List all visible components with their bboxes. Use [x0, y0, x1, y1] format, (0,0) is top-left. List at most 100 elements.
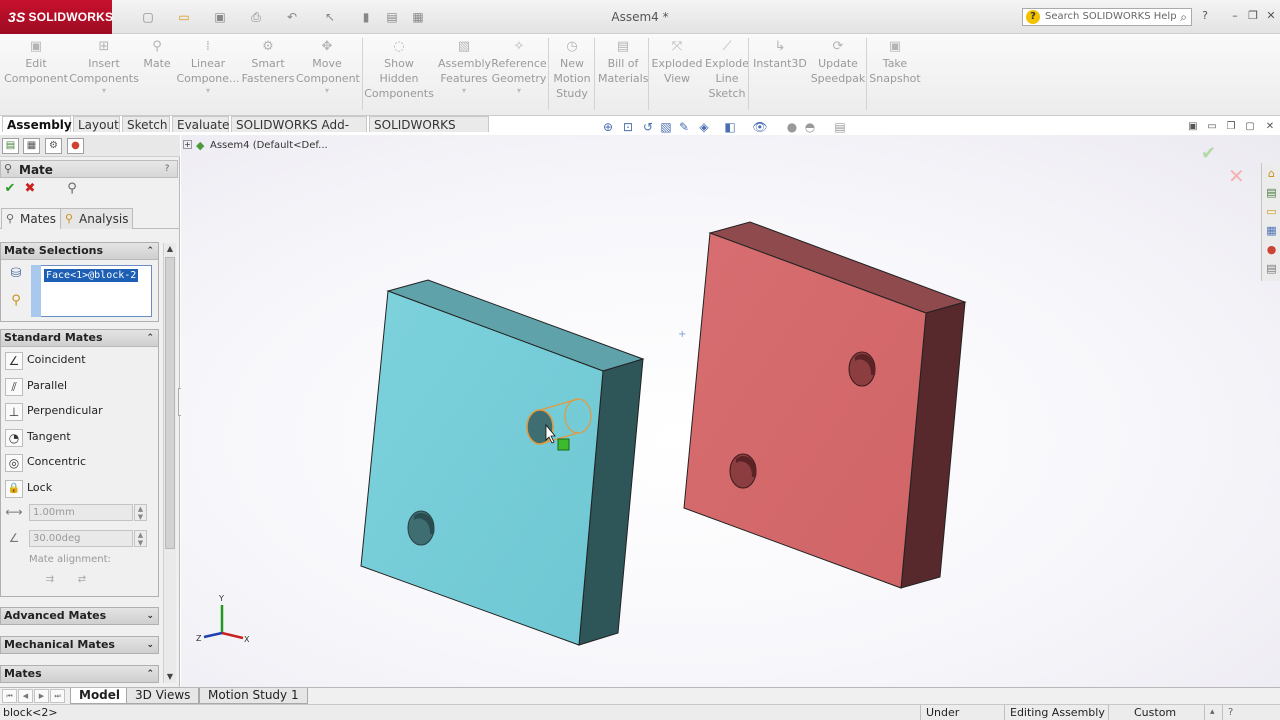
mate-button[interactable]: ⚲ Mate — [140, 40, 174, 71]
dropdown-arrow-icon[interactable]: ▾ — [296, 86, 358, 96]
mate-lock[interactable]: 🔒 Lock — [3, 478, 153, 500]
mates-group[interactable]: Mates ⌃ — [0, 665, 159, 683]
tab-evaluate[interactable]: Evaluate — [172, 116, 229, 132]
mate-selection-list[interactable]: Face<1>@block-2 — [31, 265, 152, 317]
distance-spinner[interactable]: ▲ ▼ — [134, 504, 147, 521]
prev-tab-arrow-icon[interactable]: ◀ — [18, 689, 33, 703]
ok-check-icon[interactable]: ✔ — [2, 181, 18, 197]
tab-solidworks-mbd[interactable]: SOLIDWORKS MBD — [369, 116, 489, 148]
collapse-chevron-icon[interactable]: ⌃ — [146, 666, 154, 682]
viewport-maximize-icon[interactable]: ▢ — [1243, 120, 1257, 134]
minimize-icon[interactable]: – — [1228, 9, 1242, 23]
viewport-close-icon[interactable]: ✕ — [1263, 120, 1277, 134]
move-component-button[interactable]: ✥ Move Component ▾ — [296, 40, 360, 96]
display-style-icon[interactable]: ◧ — [722, 119, 738, 135]
explode-line-sketch-button[interactable]: ⟋ Explode Line Sketch — [704, 40, 750, 101]
flyout-feature-tree[interactable]: + ◆ Assem4 (Default<Def... — [183, 139, 328, 153]
tab-layout[interactable]: Layout — [73, 116, 120, 132]
block-1-hole-selected[interactable] — [526, 409, 554, 445]
show-hidden-button[interactable]: ◌ Show Hidden Components — [362, 40, 436, 101]
mate-parallel[interactable]: ⫽ Parallel — [3, 376, 153, 398]
configuration-manager-tab-icon[interactable]: ⚙ — [45, 138, 62, 154]
tab-solidworks-add-ins[interactable]: SOLIDWORKS Add-Ins — [231, 116, 367, 148]
status-units[interactable]: Custom — [1108, 705, 1204, 720]
insert-components-button[interactable]: ⊞ Insert Components ▾ — [68, 40, 140, 96]
solidworks-resources-icon[interactable]: ⌂ — [1264, 166, 1279, 181]
selected-face-item[interactable]: Face<1>@block-2 — [44, 269, 139, 282]
file-explorer-icon[interactable]: ▭ — [1264, 204, 1279, 219]
feature-manager-tab-icon[interactable]: ▤ — [2, 138, 19, 154]
zoom-to-area-icon[interactable]: ⊡ — [620, 119, 636, 135]
graphics-area[interactable]: + Y X Z — [181, 135, 1280, 687]
model-view[interactable]: + Y X Z — [181, 135, 1280, 687]
help-icon[interactable]: ? — [161, 163, 173, 175]
appearances-icon[interactable]: ● — [1264, 242, 1279, 257]
mate-selections-heading[interactable]: Mate Selections ⌃ — [1, 243, 158, 260]
tab-3d-views[interactable]: 3D Views — [126, 688, 200, 704]
units-dropdown-icon[interactable]: ▴ — [1204, 705, 1222, 720]
dropdown-arrow-icon[interactable]: ▾ — [438, 86, 490, 96]
motion-study-button[interactable]: ◷ New Motion Study — [550, 40, 594, 101]
mate-tangent[interactable]: ◔ Tangent — [3, 427, 153, 449]
standard-mates-heading[interactable]: Standard Mates ⌃ — [1, 330, 158, 347]
viewport-restore-icon[interactable]: ❐ — [1224, 120, 1238, 134]
help-search-input[interactable]: ? Search SOLIDWORKS Help ⌕ — [1022, 8, 1192, 26]
distance-input[interactable]: 1.00mm — [29, 504, 133, 521]
next-tab-arrow-icon[interactable]: ▶ — [34, 689, 49, 703]
expand-chevron-icon[interactable]: ⌄ — [146, 608, 154, 624]
hide-show-items-icon[interactable]: 👁 — [752, 119, 768, 135]
tab-sketch[interactable]: Sketch — [122, 116, 170, 132]
zoom-to-fit-icon[interactable]: ⊕ — [600, 119, 616, 135]
linear-pattern-button[interactable]: ⁞ Linear Compone... ▾ — [174, 40, 242, 96]
search-icon[interactable]: ⌕ — [1180, 9, 1187, 25]
aligned-icon[interactable]: ⇉ — [41, 573, 59, 587]
tab-motion-study-1[interactable]: Motion Study 1 — [199, 688, 308, 704]
anti-aligned-icon[interactable]: ⇄ — [73, 573, 91, 587]
dropdown-arrow-icon[interactable]: ▾ — [68, 86, 140, 96]
panel-scrollbar[interactable]: ▲ ▼ — [163, 243, 176, 683]
restore-icon[interactable]: ❐ — [1246, 9, 1260, 23]
exploded-view-button[interactable]: ⤧ Exploded View — [650, 40, 704, 86]
dropdown-arrow-icon[interactable]: ▾ — [490, 86, 548, 96]
update-speedpak-button[interactable]: ⟳ Update Speedpak — [810, 40, 866, 86]
viewport-tile-icon[interactable]: ▣ — [1186, 120, 1200, 134]
last-tab-arrow-icon[interactable]: ⏭ — [50, 689, 65, 703]
property-manager-tab-icon[interactable]: ▦ — [23, 138, 40, 154]
edit-appearance-icon[interactable]: ● — [784, 119, 800, 135]
take-snapshot-button[interactable]: ▣ Take Snapshot — [868, 40, 922, 86]
view-palette-icon[interactable]: ▦ — [1264, 223, 1279, 238]
mate-concentric[interactable]: ◎ Concentric — [3, 452, 153, 474]
multiple-mate-icon[interactable]: ⚲ — [7, 293, 25, 309]
angle-input[interactable]: 30.00deg — [29, 530, 133, 547]
tab-analysis[interactable]: ⚲ Analysis — [60, 208, 134, 229]
collapse-chevron-icon[interactable]: ⌃ — [146, 243, 154, 259]
advanced-mates-group[interactable]: Advanced Mates ⌄ — [0, 607, 159, 625]
scroll-up-icon[interactable]: ▲ — [164, 243, 176, 255]
status-info-icon[interactable]: ? — [1222, 705, 1240, 720]
custom-properties-icon[interactable]: ▤ — [1264, 261, 1279, 276]
section-view-icon[interactable]: ▧ — [658, 119, 674, 135]
mate-coincident[interactable]: ∠ Coincident — [3, 350, 153, 372]
instant3d-button[interactable]: ↳ Instant3D — [752, 40, 808, 71]
tab-assembly[interactable]: Assembly — [2, 116, 72, 132]
pushpin-icon[interactable]: ⚲ — [64, 181, 80, 197]
angle-spinner[interactable]: ▲ ▼ — [134, 530, 147, 547]
tab-mates[interactable]: ⚲ Mates — [1, 208, 62, 229]
mate-perpendicular[interactable]: ⊥ Perpendicular — [3, 401, 153, 423]
first-tab-arrow-icon[interactable]: ⏮ — [2, 689, 17, 703]
scroll-thumb[interactable] — [165, 257, 175, 549]
confirm-ok-icon[interactable]: ✔ — [1201, 143, 1216, 164]
mechanical-mates-group[interactable]: Mechanical Mates ⌄ — [0, 636, 159, 654]
dynamic-annotation-icon[interactable]: ✎ — [676, 119, 692, 135]
previous-view-icon[interactable]: ↺ — [640, 119, 656, 135]
block-1-part[interactable] — [360, 279, 645, 646]
cancel-x-icon[interactable]: ✖ — [22, 181, 38, 197]
close-icon[interactable]: ✕ — [1264, 9, 1278, 23]
display-manager-tab-icon[interactable]: ● — [67, 138, 84, 154]
view-settings-icon[interactable]: ▤ — [832, 119, 848, 135]
bill-of-materials-button[interactable]: ▤ Bill of Materials — [598, 40, 648, 86]
assembly-features-button[interactable]: ▧ Assembly Features ▾ — [438, 40, 491, 96]
collapse-chevron-icon[interactable]: ⌃ — [146, 330, 154, 346]
expand-tree-icon[interactable]: + — [183, 140, 192, 149]
scroll-down-icon[interactable]: ▼ — [164, 671, 176, 683]
